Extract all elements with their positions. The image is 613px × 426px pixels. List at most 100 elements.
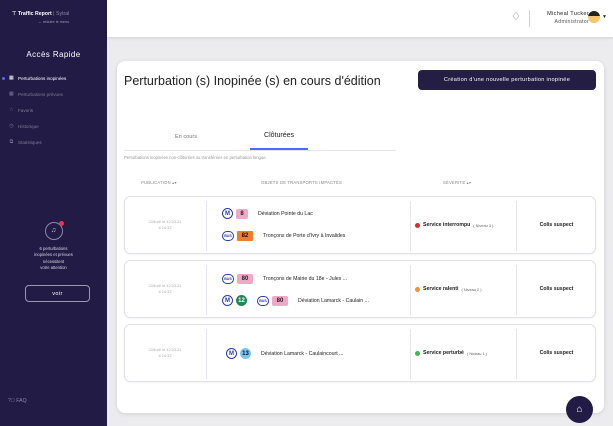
severity-label: Service interrompu: [423, 222, 471, 228]
severity-label: Service ralenti: [423, 286, 459, 292]
closed-time: à 14:32: [158, 289, 172, 294]
line-number: 82: [237, 231, 253, 241]
transport-line: M 8 Déviation Pointe du Lac: [222, 208, 313, 219]
divider: [206, 265, 207, 315]
divider: [206, 329, 207, 379]
severity-dot-icon: [415, 222, 420, 228]
sidebar-item-favoris[interactable]: ☆ Favoris: [0, 102, 107, 118]
sidebar-item-historique[interactable]: ◷ Historique: [0, 118, 107, 134]
objects-cell: BUS 80 Tronçons de Mairie du 18e - Jules…: [208, 261, 410, 317]
impact-label: Tronçons de Mairie du 18e - Jules ...: [263, 276, 348, 282]
star-icon: ☆: [9, 107, 14, 113]
faq-label: FAQ: [16, 398, 27, 404]
logo-main: Traffic Report: [17, 11, 52, 17]
reduce-menu-link[interactable]: ← réduire le menu: [38, 20, 69, 24]
severity-cell: Service interrompu ( Niveau 3 ): [410, 197, 516, 253]
metro-icon: M: [226, 348, 237, 359]
logo-icon: ⊤: [12, 11, 17, 17]
topbar: ♢ Micheal Tucker Administrator ▼: [107, 0, 613, 37]
sidebar-item-perturbations-inopinees[interactable]: ▦ Perturbations inopinées: [0, 70, 107, 86]
objects-cell: M 8 Déviation Pointe du Lac BUS 82 Tronç…: [208, 197, 410, 253]
logo-separator: |: [53, 11, 55, 17]
bus-icon: BUS: [222, 231, 234, 241]
grid-icon: ▦: [9, 75, 14, 81]
transport-line: M 13 Déviation Lamarck - Caulaincourt ..…: [226, 348, 343, 359]
transport-line: BUS 82 Tronçons de Porte d'Ivry à Invali…: [222, 231, 345, 241]
tab-description: Perturbations inopinées non-clôturées ou…: [124, 155, 267, 160]
sidebar-item-label: Historique: [18, 123, 39, 129]
main-card: Perturbation (s) Inopinée (s) en cours d…: [117, 61, 604, 413]
grid-icon: ▦: [9, 91, 14, 97]
sidebar-item-label: Statistiques: [18, 139, 42, 145]
tab-cloturees[interactable]: Clôturées: [250, 132, 308, 150]
graduation-cap-fab-icon[interactable]: ⌂: [566, 396, 593, 423]
alert-badge: [58, 221, 64, 226]
metro-icon: M: [222, 208, 233, 219]
impact-label: Déviation Lamarck - Caulain ...: [298, 297, 369, 304]
metro-icon: M: [222, 295, 233, 306]
app-logo[interactable]: ⊤ Traffic Report | Sytral: [12, 11, 69, 17]
chevron-down-icon[interactable]: ▼: [602, 14, 607, 20]
divider: [206, 201, 207, 251]
severity-dot-icon: [415, 286, 420, 292]
cause-cell: Colis suspect: [539, 222, 574, 228]
line-number: 12: [236, 295, 247, 306]
question-icon: ?⃝: [8, 398, 15, 404]
logo-brand: Sytral: [55, 11, 70, 17]
alert-line: votre attention: [40, 265, 67, 271]
column-header-objets: OBJETS DE TRANSPORTS IMPACTÉS: [261, 180, 342, 185]
cause-cell: Colis suspect: [539, 286, 574, 292]
sidebar-nav: ▦ Perturbations inopinées ▦ Perturbation…: [0, 70, 107, 150]
table-row[interactable]: Clôturé le 12.03.21 à 14:32 M 13 Déviati…: [124, 324, 596, 382]
page-title: Perturbation (s) Inopinée (s) en cours d…: [124, 74, 381, 88]
active-dot-icon: [2, 76, 5, 80]
graduation-cap-icon: [588, 11, 600, 16]
history-icon: ◷: [9, 123, 14, 129]
table-row[interactable]: Clôturé le 12.03.21 à 14:32 M 8 Déviatio…: [124, 196, 596, 254]
severity-dot-icon: [415, 350, 420, 356]
sidebar: ⊤ Traffic Report | Sytral ← réduire le m…: [0, 0, 107, 426]
impact-label: Tronçons de Porte d'Ivry à Invalides: [263, 233, 346, 239]
cause-cell: Colis suspect: [539, 350, 574, 356]
severity-level: ( Niveau 3 ): [473, 222, 494, 228]
tab-en-cours[interactable]: En cours: [164, 134, 208, 150]
sidebar-item-statistiques[interactable]: ⧉ Statistiques: [0, 134, 107, 150]
bus-icon: BUS: [222, 274, 234, 284]
objects-cell: M 13 Déviation Lamarck - Caulaincourt ..…: [208, 325, 410, 381]
table-row[interactable]: Clôturé le 12.03.21 à 14:32 BUS 80 Tronç…: [124, 260, 596, 318]
alert-bell-icon: ♫: [44, 221, 64, 240]
sidebar-item-perturbations-prevues[interactable]: ▦ Perturbations prévues: [0, 86, 107, 102]
column-header-publication[interactable]: PUBLICATION ▴▾: [141, 180, 177, 185]
tabs: En cours Clôturées: [124, 131, 396, 151]
transport-line: BUS 80 Tronçons de Mairie du 18e - Jules…: [222, 274, 347, 284]
faq-link[interactable]: ?⃝ FAQ: [8, 398, 27, 404]
closed-time: à 14:32: [158, 353, 172, 358]
avatar[interactable]: [588, 11, 600, 23]
date-cell: Clôturé le 12.03.21 à 14:32: [125, 197, 205, 253]
closed-time: à 14:32: [158, 225, 172, 230]
severity-cell: Service perturbé ( Niveau 1 ): [410, 325, 516, 381]
impact-label: Déviation Lamarck - Caulaincourt ...: [261, 350, 344, 357]
severity-label: Service perturbé: [423, 350, 464, 356]
severity-level: ( Niveau 2 ): [461, 286, 482, 292]
transport-line: M 12 BUS 80 Déviation Lamarck - Caulain …: [222, 295, 369, 306]
sidebar-item-label: Perturbations inopinées: [18, 75, 67, 81]
sidebar-item-label: Perturbations prévues: [18, 91, 63, 97]
create-perturbation-button[interactable]: Création d'une nouvelle perturbation ino…: [418, 70, 596, 90]
column-header-severite[interactable]: SÉVERITE ▴▾: [443, 180, 471, 185]
impact-label: Déviation Pointe du Lac: [258, 210, 313, 217]
bus-icon: BUS: [257, 295, 269, 306]
line-number: 80: [272, 295, 288, 306]
stats-icon: ⧉: [9, 138, 14, 145]
attention-alert: ♫ 6 perturbations inopinées et prévues n…: [0, 221, 107, 272]
severity-level: ( Niveau 1 ): [466, 350, 488, 356]
line-number: 80: [237, 274, 253, 284]
date-cell: Clôturé le 12.03.21 à 14:32: [125, 325, 205, 381]
date-cell: Clôturé le 12.03.21 à 14:32: [125, 261, 205, 317]
voir-button[interactable]: voir: [25, 285, 90, 302]
line-number: 8: [236, 208, 248, 219]
sidebar-item-label: Favoris: [18, 107, 34, 113]
line-number: 13: [240, 348, 251, 359]
sidebar-title: Accès Rapide: [26, 50, 81, 59]
severity-cell: Service ralenti ( Niveau 2 ): [410, 261, 516, 317]
